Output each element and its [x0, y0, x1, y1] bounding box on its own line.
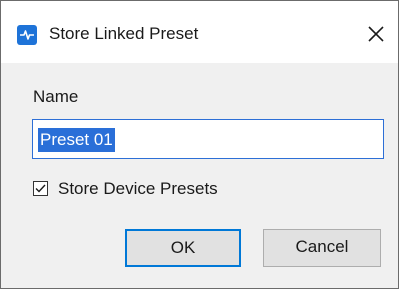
- title-bar: Store Linked Preset: [1, 1, 398, 63]
- name-input-value[interactable]: Preset 01: [38, 128, 115, 152]
- checkmark-icon: [35, 184, 46, 193]
- store-device-presets-checkbox[interactable]: [33, 181, 48, 196]
- store-linked-preset-dialog: Store Linked Preset Name Preset 01 Store…: [0, 0, 399, 289]
- dialog-title: Store Linked Preset: [49, 24, 199, 43]
- app-waveform-icon: [17, 25, 37, 45]
- close-icon: [368, 26, 384, 42]
- cancel-button[interactable]: Cancel: [263, 229, 381, 267]
- close-button[interactable]: [363, 21, 389, 47]
- store-device-presets-label[interactable]: Store Device Presets: [58, 179, 218, 199]
- name-label: Name: [33, 87, 79, 106]
- name-input[interactable]: Preset 01: [32, 119, 384, 159]
- ok-button[interactable]: OK: [125, 229, 241, 267]
